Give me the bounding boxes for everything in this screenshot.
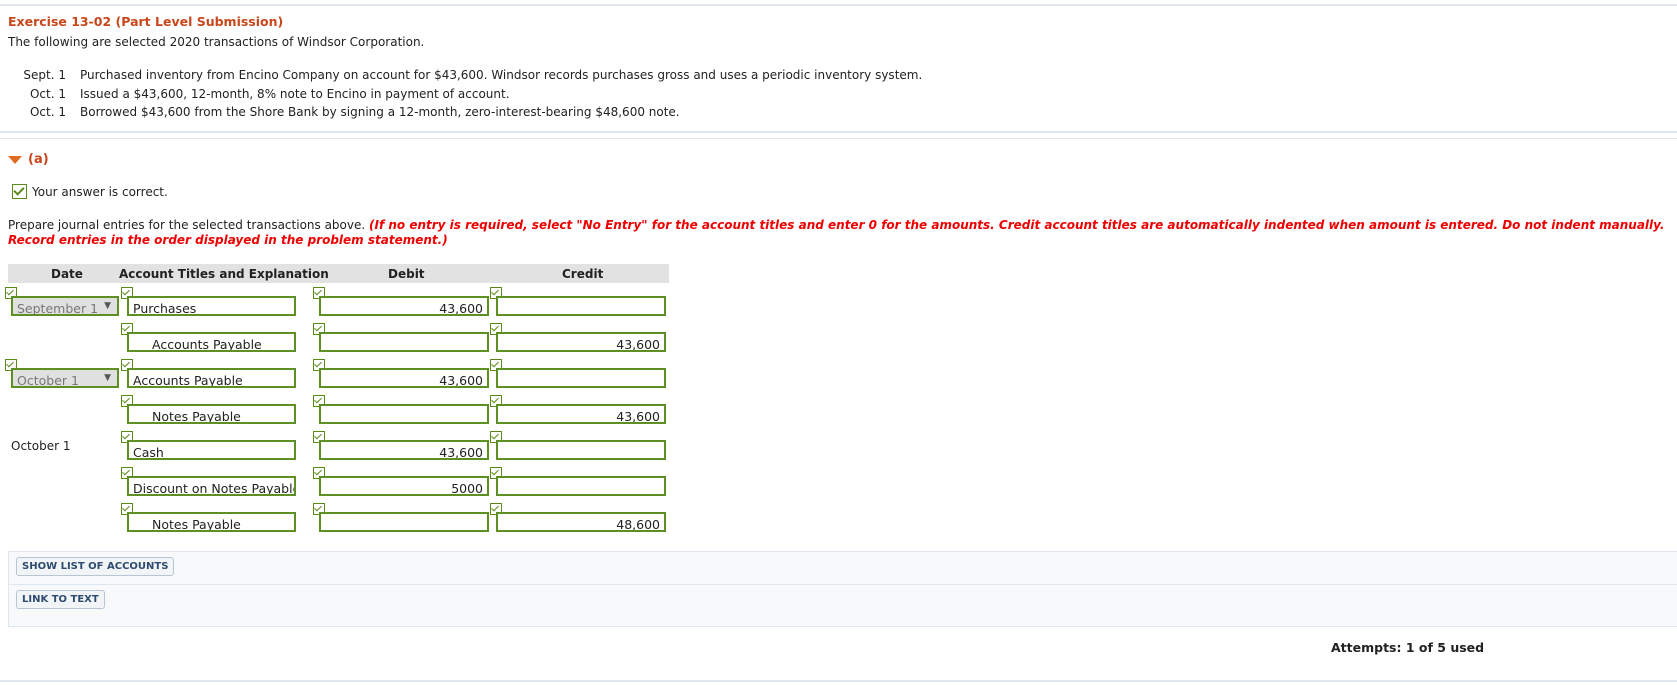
- transaction-row: Oct. 1 Borrowed $43,600 from the Shore B…: [8, 105, 922, 124]
- date-select-value: September 1: [17, 301, 99, 316]
- transaction-row: Sept. 1 Purchased inventory from Encino …: [8, 68, 922, 87]
- transaction-date: Oct. 1: [29, 105, 66, 119]
- instructions: Prepare journal entries for the selected…: [8, 218, 1673, 248]
- resources-panel: [8, 551, 1677, 627]
- journal-table-header: Date Account Titles and Explanation Debi…: [8, 264, 669, 283]
- bottom-divider: [0, 680, 1677, 682]
- part-label: (a): [28, 152, 49, 167]
- panel-divider: [8, 584, 1677, 585]
- transaction-text: Borrowed $43,600 from the Shore Bank by …: [80, 105, 680, 119]
- transaction-date: Oct. 1: [29, 86, 66, 101]
- credit-field[interactable]: [496, 296, 666, 316]
- credit-field[interactable]: 43,600: [496, 404, 666, 424]
- account-field[interactable]: Notes Payable: [127, 404, 296, 424]
- instruction-text: Prepare journal entries for the selected…: [8, 218, 366, 232]
- exercise-intro: The following are selected 2020 transact…: [8, 35, 425, 49]
- account-field[interactable]: Accounts Payable: [127, 368, 296, 388]
- answer-status-text: Your answer is correct.: [32, 184, 168, 199]
- header-debit: Debit: [388, 267, 425, 281]
- credit-field[interactable]: 43,600: [496, 332, 666, 352]
- transactions-list: Sept. 1 Purchased inventory from Encino …: [8, 68, 922, 124]
- date-select[interactable]: October 1 ▼: [11, 368, 119, 388]
- debit-field[interactable]: 5000: [319, 476, 489, 496]
- transaction-row: Oct. 1 Issued a $43,600, 12-month, 8% no…: [8, 87, 922, 106]
- credit-field[interactable]: [496, 440, 666, 460]
- debit-field[interactable]: [319, 512, 489, 532]
- attempts-counter: Attempts: 1 of 5 used: [1331, 640, 1485, 655]
- date-select[interactable]: September 1 ▼: [11, 296, 119, 316]
- top-divider: [0, 4, 1677, 6]
- debit-field[interactable]: 43,600: [319, 368, 489, 388]
- credit-field[interactable]: [496, 368, 666, 388]
- dropdown-arrow-icon: ▼: [104, 301, 111, 311]
- debit-field[interactable]: [319, 332, 489, 352]
- transaction-date: Sept. 1: [23, 68, 66, 82]
- date-select-value: October 1: [17, 373, 79, 388]
- transaction-text: Issued a $43,600, 12-month, 8% note to E…: [80, 86, 510, 101]
- header-account: Account Titles and Explanation: [119, 267, 329, 281]
- collapse-triangle-icon[interactable]: [8, 155, 22, 164]
- credit-field[interactable]: [496, 476, 666, 496]
- part-a-toggle[interactable]: (a): [8, 152, 49, 167]
- show-list-of-accounts-button[interactable]: SHOW LIST OF ACCOUNTS: [16, 557, 175, 576]
- exercise-title: Exercise 13-02 (Part Level Submission): [8, 14, 284, 29]
- account-field[interactable]: Accounts Payable: [127, 332, 296, 352]
- account-field[interactable]: Notes Payable: [127, 512, 296, 532]
- credit-field[interactable]: 48,600: [496, 512, 666, 532]
- debit-field[interactable]: 43,600: [319, 296, 489, 316]
- account-field[interactable]: Cash: [127, 440, 296, 460]
- debit-field[interactable]: 43,600: [319, 440, 489, 460]
- section-divider: [0, 131, 1677, 133]
- transaction-text: Purchased inventory from Encino Company …: [80, 68, 923, 82]
- header-date: Date: [51, 267, 83, 281]
- section-divider: [0, 138, 1677, 139]
- header-credit: Credit: [562, 267, 604, 281]
- check-icon: [12, 184, 27, 199]
- answer-status: Your answer is correct.: [12, 184, 168, 199]
- dropdown-arrow-icon: ▼: [104, 373, 111, 383]
- account-field[interactable]: Discount on Notes Payable: [127, 476, 296, 496]
- account-field[interactable]: Purchases: [127, 296, 296, 316]
- debit-field[interactable]: [319, 404, 489, 424]
- link-to-text-button[interactable]: LINK TO TEXT: [16, 590, 105, 609]
- date-label: October 1: [11, 439, 71, 453]
